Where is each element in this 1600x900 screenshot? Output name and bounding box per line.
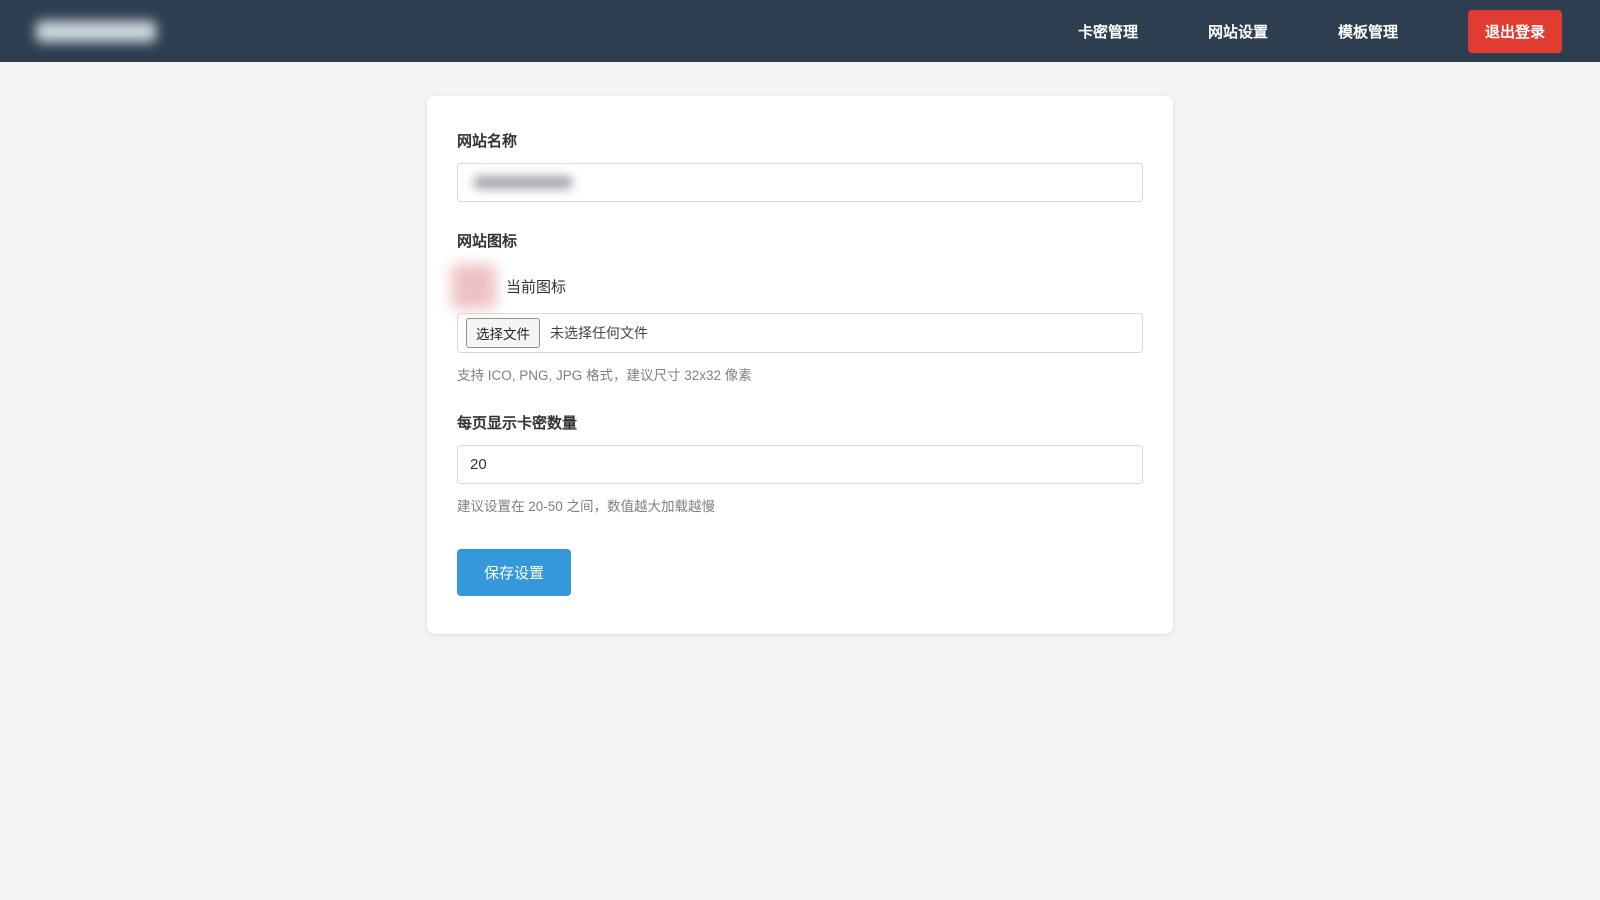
top-navigation: 卡密管理 网站设置 模板管理 退出登录 (1078, 10, 1562, 53)
site-name-group: 网站名称 (457, 130, 1143, 202)
logout-button[interactable]: 退出登录 (1468, 10, 1562, 53)
site-icon-group: 网站图标 当前图标 选择文件 未选择任何文件 支持 ICO, PNG, JPG … (457, 230, 1143, 384)
site-icon-label: 网站图标 (457, 230, 1143, 251)
nav-item-site-settings[interactable]: 网站设置 (1208, 21, 1268, 42)
save-settings-button[interactable]: 保存设置 (457, 549, 571, 596)
top-navbar: 卡密管理 网站设置 模板管理 退出登录 (0, 0, 1600, 62)
per-page-group: 每页显示卡密数量 建议设置在 20-50 之间，数值越大加载越慢 (457, 412, 1143, 515)
site-name-label: 网站名称 (457, 130, 1143, 151)
current-icon-row: 当前图标 (457, 261, 1143, 311)
current-icon-caption: 当前图标 (506, 276, 566, 297)
per-page-hint: 建议设置在 20-50 之间，数值越大加载越慢 (457, 495, 1143, 515)
nav-item-card-management[interactable]: 卡密管理 (1078, 21, 1138, 42)
nav-item-template-management[interactable]: 模板管理 (1338, 21, 1398, 42)
icon-format-hint: 支持 ICO, PNG, JPG 格式，建议尺寸 32x32 像素 (457, 364, 1143, 384)
per-page-input[interactable] (457, 445, 1143, 484)
site-settings-card: 网站名称 网站图标 当前图标 选择文件 未选择任何文件 支持 ICO, PNG,… (427, 96, 1173, 634)
icon-file-input[interactable]: 选择文件 未选择任何文件 (457, 313, 1143, 353)
per-page-label: 每页显示卡密数量 (457, 412, 1143, 433)
main-content: 网站名称 网站图标 当前图标 选择文件 未选择任何文件 支持 ICO, PNG,… (0, 96, 1600, 634)
current-favicon-redacted (451, 264, 496, 309)
site-logo-redacted (36, 21, 156, 42)
site-name-input[interactable] (457, 163, 1143, 202)
choose-file-button[interactable]: 选择文件 (466, 318, 540, 348)
file-status-text: 未选择任何文件 (550, 323, 648, 343)
